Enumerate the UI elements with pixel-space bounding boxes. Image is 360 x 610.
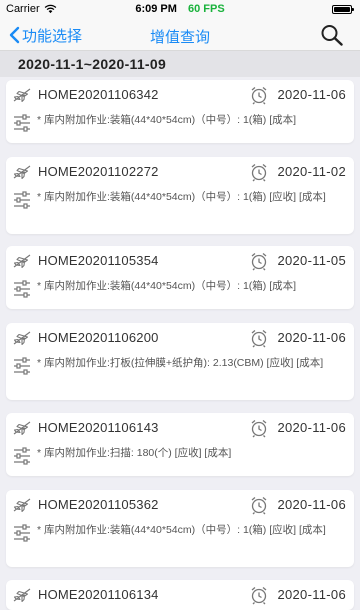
order-date: 2020-11-06 [277, 330, 346, 345]
order-number: HOME20201106143 [38, 420, 159, 435]
order-card[interactable]: HOME20201106134 2020-11-06 [6, 580, 354, 610]
order-number: HOME20201106200 [38, 330, 159, 345]
order-number: HOME20201106342 [38, 87, 159, 102]
sliders-icon [14, 524, 30, 542]
airplane-icon [13, 331, 31, 346]
order-description: * 库内附加作业:装箱(44*40*54cm)（中号）: 1(箱) [应收] [… [37, 524, 326, 536]
airplane-icon [13, 421, 31, 436]
alarm-clock-icon [251, 587, 267, 605]
alarm-clock-icon [251, 497, 267, 515]
order-description: * 库内附加作业:装箱(44*40*54cm)（中号）: 1(箱) [成本] [37, 114, 297, 126]
airplane-icon [13, 254, 31, 269]
airplane-icon [13, 88, 31, 103]
order-card[interactable]: HOME20201102272 2020-11-02 * 库内附加作业:装箱(4… [6, 157, 354, 234]
sliders-icon [14, 280, 30, 298]
date-range-header: 2020-11-1~2020-11-09 [0, 51, 360, 77]
alarm-clock-icon [251, 420, 267, 438]
time-label: 6:09 PM [135, 3, 177, 15]
order-number: HOME20201102272 [38, 164, 159, 179]
page-title: 增值查询 [149, 29, 210, 46]
order-card[interactable]: HOME20201105362 2020-11-06 * 库内附加作业:装箱(4… [6, 490, 354, 567]
order-date: 2020-11-06 [277, 87, 346, 102]
order-description: * 库内附加作业:装箱(44*40*54cm)（中号）: 1(箱) [成本] [37, 280, 297, 292]
status-bar: Carrier 6:09 PM 60 FPS [0, 0, 360, 20]
order-date: 2020-11-06 [277, 420, 346, 435]
battery-icon [332, 5, 354, 14]
order-description: * 库内附加作业:打板(拉伸膜+纸护角): 2.13(CBM) [应收] [成本… [37, 357, 324, 369]
order-number: HOME20201105362 [38, 497, 159, 512]
order-date: 2020-11-05 [277, 253, 346, 268]
order-card[interactable]: HOME20201106200 2020-11-06 * 库内附加作业:打板(拉… [6, 323, 354, 400]
fps-label: 60 FPS [187, 3, 225, 15]
status-time: 6:09 PM 60 FPS [0, 3, 360, 15]
order-card[interactable]: HOME20201105354 2020-11-05 * 库内附加作业:装箱(4… [6, 246, 354, 309]
order-number: HOME20201105354 [38, 253, 159, 268]
order-description: * 库内附加作业:装箱(44*40*54cm)（中号）: 1(箱) [应收] [… [37, 191, 326, 203]
order-description: * 库内附加作业:扫描: 180(个) [应收] [成本] [37, 447, 232, 459]
alarm-clock-icon [251, 253, 267, 271]
sliders-icon [14, 447, 30, 465]
sliders-icon [14, 357, 30, 375]
alarm-clock-icon [251, 330, 267, 348]
alarm-clock-icon [251, 164, 267, 182]
order-date: 2020-11-02 [277, 164, 346, 179]
airplane-icon [13, 165, 31, 180]
order-card[interactable]: HOME20201106342 2020-11-06 * 库内附加作业:装箱(4… [6, 80, 354, 143]
search-icon[interactable] [320, 24, 344, 46]
airplane-icon [13, 498, 31, 513]
alarm-clock-icon [251, 87, 267, 105]
airplane-icon [13, 588, 31, 603]
order-date: 2020-11-06 [277, 497, 346, 512]
sliders-icon [14, 191, 30, 209]
order-card[interactable]: HOME20201106143 2020-11-06 * 库内附加作业:扫描: … [6, 413, 354, 476]
nav-bar: 功能选择 增值查询 [0, 20, 360, 51]
sliders-icon [14, 114, 30, 132]
